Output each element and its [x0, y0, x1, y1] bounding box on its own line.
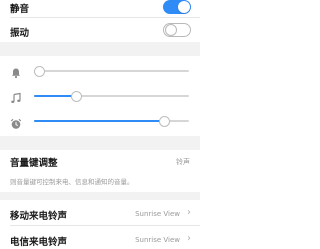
- mute-row[interactable]: 静音: [0, 0, 200, 15]
- ringtone-label: 电信来电铃声: [10, 237, 68, 248]
- slider-fill: [34, 120, 165, 122]
- mute-toggle[interactable]: [163, 0, 191, 14]
- volume-key-description: 则音量键可控制来电、信息和通知的音量。: [10, 178, 134, 186]
- alarm-clock-icon: [10, 115, 22, 129]
- volume-key-row[interactable]: 音量键调整 铃声 则音量键可控制来电、信息和通知的音量。: [0, 150, 200, 192]
- section-gap: [0, 192, 200, 200]
- vibrate-row[interactable]: 振动: [0, 18, 200, 42]
- ringtone-value: Sunrise View: [135, 210, 180, 218]
- vibrate-label: 振动: [10, 28, 30, 39]
- chevron-right-icon: ›: [187, 233, 191, 244]
- volume-sliders: [0, 56, 200, 136]
- mute-toggle-knob: [178, 1, 190, 13]
- ringer-volume-slider[interactable]: [34, 66, 189, 77]
- slider-fill: [34, 95, 76, 97]
- alarm-volume-slider[interactable]: [34, 116, 189, 127]
- ringtone-row-mobile[interactable]: 移动来电铃声 Sunrise View ›: [0, 200, 200, 225]
- media-volume-slider[interactable]: [34, 91, 189, 102]
- bell-icon: [10, 64, 22, 79]
- section-gap: [0, 42, 200, 56]
- volume-key-value: 铃声: [176, 158, 190, 166]
- slider-thumb[interactable]: [34, 66, 45, 77]
- volume-key-label: 音量键调整: [10, 158, 58, 169]
- ringtone-row-telecom[interactable]: 电信来电铃声 Sunrise View ›: [0, 226, 200, 249]
- slider-thumb[interactable]: [159, 116, 171, 127]
- mute-label: 静音: [10, 4, 30, 15]
- ringtone-value: Sunrise View: [135, 236, 180, 244]
- slider-thumb[interactable]: [70, 91, 82, 102]
- vibrate-toggle[interactable]: [163, 23, 191, 37]
- vibrate-toggle-knob: [165, 24, 177, 36]
- music-note-icon: [10, 89, 22, 103]
- section-gap: [0, 136, 200, 150]
- chevron-right-icon: ›: [187, 207, 191, 218]
- ringtone-label: 移动来电铃声: [10, 211, 68, 222]
